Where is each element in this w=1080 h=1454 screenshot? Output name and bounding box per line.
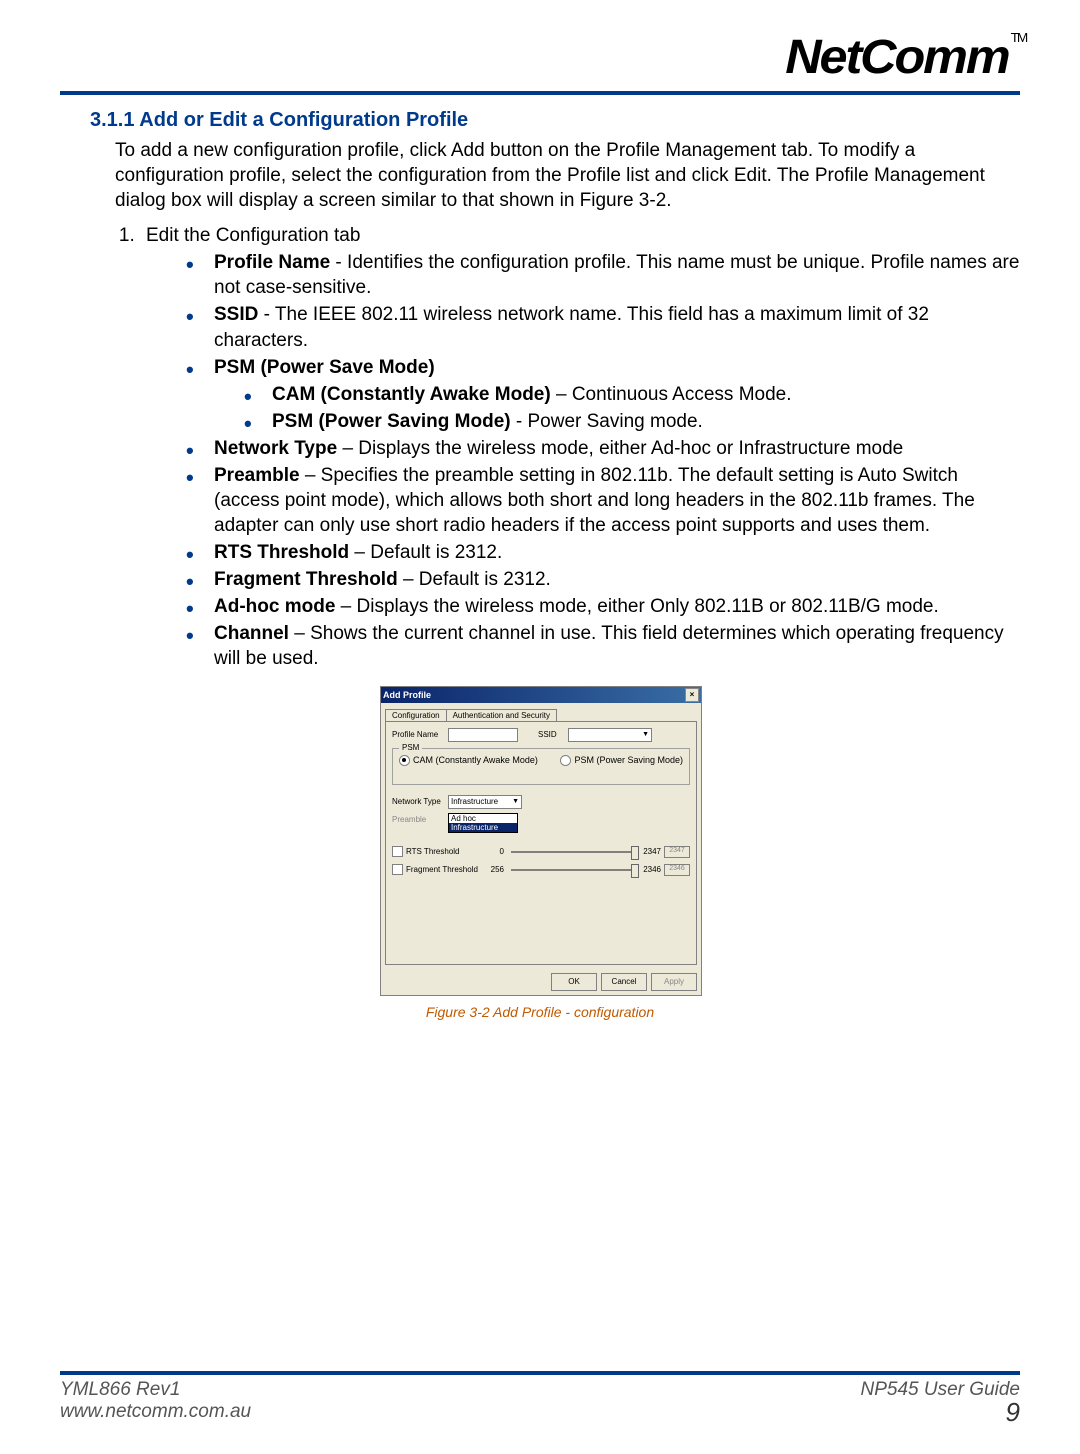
psm-fieldset: PSM CAM (Constantly Awake Mode) PSM (Pow… xyxy=(392,748,690,785)
bullet-ssid: SSID - The IEEE 802.11 wireless network … xyxy=(186,302,1020,352)
network-type-dropdown[interactable]: Ad hoc Infrastructure xyxy=(448,813,518,833)
header-rule xyxy=(60,91,1020,95)
dropdown-option-infra[interactable]: Infrastructure xyxy=(449,823,517,832)
intro-paragraph: To add a new configuration profile, clic… xyxy=(115,138,1020,213)
footer-left: YML866 Rev1 www.netcomm.com.au xyxy=(60,1379,251,1424)
rts-slider[interactable] xyxy=(511,851,635,853)
rts-max: 2347 xyxy=(639,847,661,856)
chevron-down-icon[interactable]: ▼ xyxy=(512,798,519,805)
dropdown-option-adhoc[interactable]: Ad hoc xyxy=(449,814,517,823)
frag-min: 256 xyxy=(482,865,504,874)
psm-radio[interactable]: PSM (Power Saving Mode) xyxy=(560,755,683,766)
profile-name-label: Profile Name xyxy=(392,730,448,739)
network-type-select[interactable]: Infrastructure▼ xyxy=(448,795,522,809)
chevron-down-icon[interactable]: ▼ xyxy=(642,731,649,738)
bullet-psm: PSM (Power Saving Mode) - Power Saving m… xyxy=(244,409,1020,434)
bullet-adhoc: Ad-hoc mode – Displays the wireless mode… xyxy=(186,594,1020,619)
close-icon[interactable]: × xyxy=(685,688,699,702)
bullet-preamble: Preamble – Specifies the preamble settin… xyxy=(186,463,1020,538)
bullet-cam: CAM (Constantly Awake Mode) – Continuous… xyxy=(244,382,1020,407)
bullet-channel: Channel – Shows the current channel in u… xyxy=(186,621,1020,671)
bullet-frag: Fragment Threshold – Default is 2312. xyxy=(186,567,1020,592)
figure-dialog: Add Profile × Configuration Authenticati… xyxy=(380,686,700,1020)
trademark: TM xyxy=(1010,30,1026,45)
step-1: Edit the Configuration tab Profile Name … xyxy=(140,223,1020,671)
dialog-titlebar[interactable]: Add Profile × xyxy=(381,687,701,703)
ok-button[interactable]: OK xyxy=(551,973,597,991)
ssid-label: SSID xyxy=(538,730,568,739)
network-type-label: Network Type xyxy=(392,797,448,806)
rts-checkbox[interactable]: RTS Threshold xyxy=(392,846,482,857)
bullet-network-type: Network Type – Displays the wireless mod… xyxy=(186,436,1020,461)
page-number: 9 xyxy=(861,1401,1020,1424)
step-list: Edit the Configuration tab Profile Name … xyxy=(140,223,1020,671)
apply-button[interactable]: Apply xyxy=(651,973,697,991)
cam-radio[interactable]: CAM (Constantly Awake Mode) xyxy=(399,755,538,766)
logo: NetCommTM xyxy=(785,30,1026,85)
frag-slider[interactable] xyxy=(511,869,635,871)
rts-min: 0 xyxy=(482,847,504,856)
frag-max: 2346 xyxy=(639,865,661,874)
profile-name-input[interactable] xyxy=(448,728,518,742)
preamble-label: Preamble xyxy=(392,815,448,824)
bullet-rts: RTS Threshold – Default is 2312. xyxy=(186,540,1020,565)
tab-panel: Profile Name SSID ▼ PSM CAM (Constantly … xyxy=(385,721,697,965)
psm-legend: PSM xyxy=(399,743,422,752)
cancel-button[interactable]: Cancel xyxy=(601,973,647,991)
frag-value[interactable]: 2346 xyxy=(664,864,690,876)
add-profile-dialog: Add Profile × Configuration Authenticati… xyxy=(380,686,702,996)
figure-caption: Figure 3-2 Add Profile - configuration xyxy=(380,1004,700,1020)
rts-value[interactable]: 2347 xyxy=(664,846,690,858)
footer-right: NP545 User Guide 9 xyxy=(861,1379,1020,1424)
footer-rule xyxy=(60,1371,1020,1375)
tab-configuration[interactable]: Configuration xyxy=(385,709,447,721)
dialog-title: Add Profile xyxy=(383,690,431,700)
bullet-psm-head: PSM (Power Save Mode) CAM (Constantly Aw… xyxy=(186,355,1020,434)
tab-auth-security[interactable]: Authentication and Security xyxy=(446,709,557,721)
section-title: 3.1.1 Add or Edit a Configuration Profil… xyxy=(90,109,1020,132)
frag-checkbox[interactable]: Fragment Threshold xyxy=(392,864,482,875)
ssid-input[interactable]: ▼ xyxy=(568,728,652,742)
bullet-profile-name: Profile Name - Identifies the configurat… xyxy=(186,250,1020,300)
